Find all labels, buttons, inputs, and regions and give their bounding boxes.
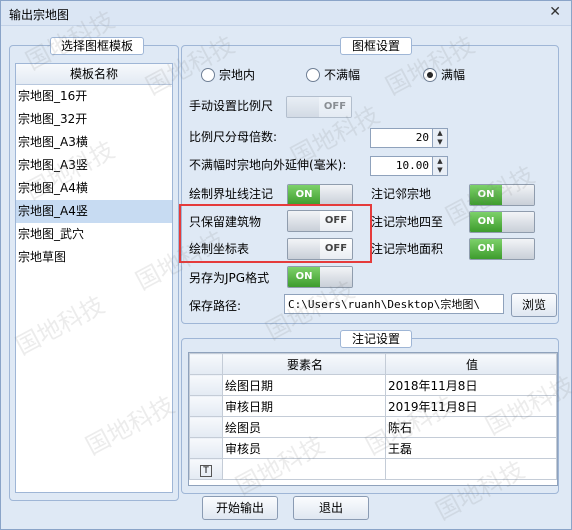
keep-buildings-label: 只保留建筑物 <box>189 215 262 229</box>
scale-multiple-label: 比例尺分母倍数: <box>189 130 278 144</box>
template-list-item[interactable]: 宗地图_武穴 <box>16 223 172 246</box>
toggle-state-label: OFF <box>320 211 352 231</box>
template-list-item[interactable]: 宗地图_A3竖 <box>16 154 172 177</box>
row-header[interactable] <box>189 374 223 396</box>
template-list-item[interactable]: 宗地图_32开 <box>16 108 172 131</box>
manual-scale-toggle[interactable]: OFF <box>286 96 352 118</box>
browse-button[interactable]: 浏览 <box>511 293 557 317</box>
column-header-value: 值 <box>385 353 557 375</box>
annotate-neighbor-toggle[interactable]: ON <box>469 184 535 206</box>
template-list-item[interactable]: 宗地草图 <box>16 246 172 269</box>
toggle-knob <box>502 185 534 205</box>
scale-multiple-value: 20 <box>415 131 429 144</box>
exit-button[interactable]: 退出 <box>293 496 369 520</box>
increment-arrow-icon[interactable]: ▲ <box>433 129 447 138</box>
new-row-icon[interactable]: T <box>189 458 223 480</box>
manual-scale-label: 手动设置比例尺 <box>189 99 274 113</box>
extend-stepper[interactable]: 10.00 ▲ ▼ <box>370 156 448 176</box>
element-value-cell[interactable]: 2019年11月8日 <box>385 395 557 417</box>
title-bar: 输出宗地图 ✕ <box>1 1 571 26</box>
draw-boundary-toggle[interactable]: ON <box>287 184 353 206</box>
toggle-state-label: ON <box>288 267 320 287</box>
element-value-cell[interactable]: 陈石 <box>385 416 557 438</box>
window-title: 输出宗地图 <box>9 8 70 22</box>
draw-boundary-label: 绘制界址线注记 <box>189 187 274 201</box>
toggle-knob <box>287 97 319 117</box>
template-list-item[interactable]: 宗地图_A3横 <box>16 131 172 154</box>
annotate-area-label: 注记宗地面积 <box>371 242 444 256</box>
element-name-cell[interactable]: 绘图日期 <box>222 374 386 396</box>
frame-mode-radio[interactable]: 不满幅 <box>306 67 360 83</box>
frame-mode-label: 满幅 <box>441 68 466 82</box>
toggle-state-label: OFF <box>319 97 351 117</box>
toggle-state-label: ON <box>288 185 320 205</box>
start-export-button[interactable]: 开始输出 <box>202 496 278 520</box>
frame-mode-radio[interactable]: 宗地内 <box>201 67 255 83</box>
frame-mode-label: 不满幅 <box>324 68 361 82</box>
draw-coords-label: 绘制坐标表 <box>189 242 250 256</box>
column-header-name: 要素名 <box>222 353 386 375</box>
extend-value: 10.00 <box>395 159 429 172</box>
template-list-item[interactable]: 宗地图_A4横 <box>16 177 172 200</box>
frame-mode-label: 宗地内 <box>219 68 256 82</box>
toggle-knob <box>288 239 320 259</box>
element-name-cell[interactable]: 审核日期 <box>222 395 386 417</box>
save-path-label: 保存路径: <box>189 299 242 313</box>
table-row[interactable]: 绘图员 陈石 <box>189 416 557 438</box>
export-parcel-map-dialog: 输出宗地图 ✕ 选择图框模板 模板名称 宗地图_16开 宗地图_32开 宗地图_A3… <box>0 0 572 530</box>
annotate-area-toggle[interactable]: ON <box>469 238 535 260</box>
frame-settings-title: 图框设置 <box>340 37 412 55</box>
annotation-settings-title: 注记设置 <box>340 330 412 348</box>
toggle-knob <box>320 267 352 287</box>
table-row[interactable]: 审核日期 2019年11月8日 <box>189 395 557 417</box>
draw-coords-toggle[interactable]: OFF <box>287 238 353 260</box>
scale-multiple-stepper[interactable]: 20 ▲ ▼ <box>370 128 448 148</box>
annotation-grid[interactable]: 要素名 值 绘图日期 2018年11月8日 审核日期 2019年11月8日 绘图员 陈石审… <box>188 352 558 486</box>
decrement-arrow-icon[interactable]: ▼ <box>433 138 447 147</box>
new-row-value-cell[interactable] <box>385 458 557 480</box>
toggle-state-label: ON <box>470 212 502 232</box>
increment-arrow-icon[interactable]: ▲ <box>433 157 447 166</box>
toggle-knob <box>288 211 320 231</box>
frame-mode-radio[interactable]: 满幅 <box>423 67 465 83</box>
save-jpg-label: 另存为JPG格式 <box>189 271 270 285</box>
table-row[interactable]: 审核员 王磊 <box>189 437 557 459</box>
toggle-state-label: OFF <box>320 239 352 259</box>
template-group-title: 选择图框模板 <box>50 37 144 55</box>
radio-button-icon[interactable] <box>201 68 215 82</box>
keep-buildings-toggle[interactable]: OFF <box>287 210 353 232</box>
decrement-arrow-icon[interactable]: ▼ <box>433 166 447 175</box>
element-name-cell[interactable]: 审核员 <box>222 437 386 459</box>
extend-label: 不满幅时宗地向外延伸(毫米): <box>189 158 347 172</box>
element-value-cell[interactable]: 王磊 <box>385 437 557 459</box>
element-value-cell[interactable]: 2018年11月8日 <box>385 374 557 396</box>
toggle-knob <box>320 185 352 205</box>
annotate-four-toggle[interactable]: ON <box>469 211 535 233</box>
row-header[interactable] <box>189 395 223 417</box>
close-icon[interactable]: ✕ <box>549 4 561 20</box>
element-name-cell[interactable]: 绘图员 <box>222 416 386 438</box>
toggle-state-label: ON <box>470 239 502 259</box>
toggle-knob <box>502 212 534 232</box>
row-header[interactable] <box>189 416 223 438</box>
annotate-four-label: 注记宗地四至 <box>371 215 444 229</box>
table-row[interactable]: 绘图日期 2018年11月8日 <box>189 374 557 396</box>
toggle-state-label: ON <box>470 185 502 205</box>
save-path-input[interactable]: C:\Users\ruanh\Desktop\宗地图\ <box>284 294 504 314</box>
radio-button-icon[interactable] <box>423 68 437 82</box>
new-row[interactable]: T <box>189 458 557 480</box>
radio-button-icon[interactable] <box>306 68 320 82</box>
template-list-item[interactable]: 宗地图_16开 <box>16 85 172 108</box>
template-list-header: 模板名称 <box>16 64 172 85</box>
grid-corner <box>189 353 223 375</box>
row-header[interactable] <box>189 437 223 459</box>
template-list[interactable]: 模板名称 宗地图_16开 宗地图_32开 宗地图_A3横 宗地图_A3竖 宗地图_A4横… <box>15 63 173 493</box>
toggle-knob <box>502 239 534 259</box>
template-list-item[interactable]: 宗地图_A4竖 <box>16 200 172 223</box>
save-jpg-toggle[interactable]: ON <box>287 266 353 288</box>
new-row-name-cell[interactable] <box>222 458 386 480</box>
annotate-neighbor-label: 注记邻宗地 <box>371 187 432 201</box>
